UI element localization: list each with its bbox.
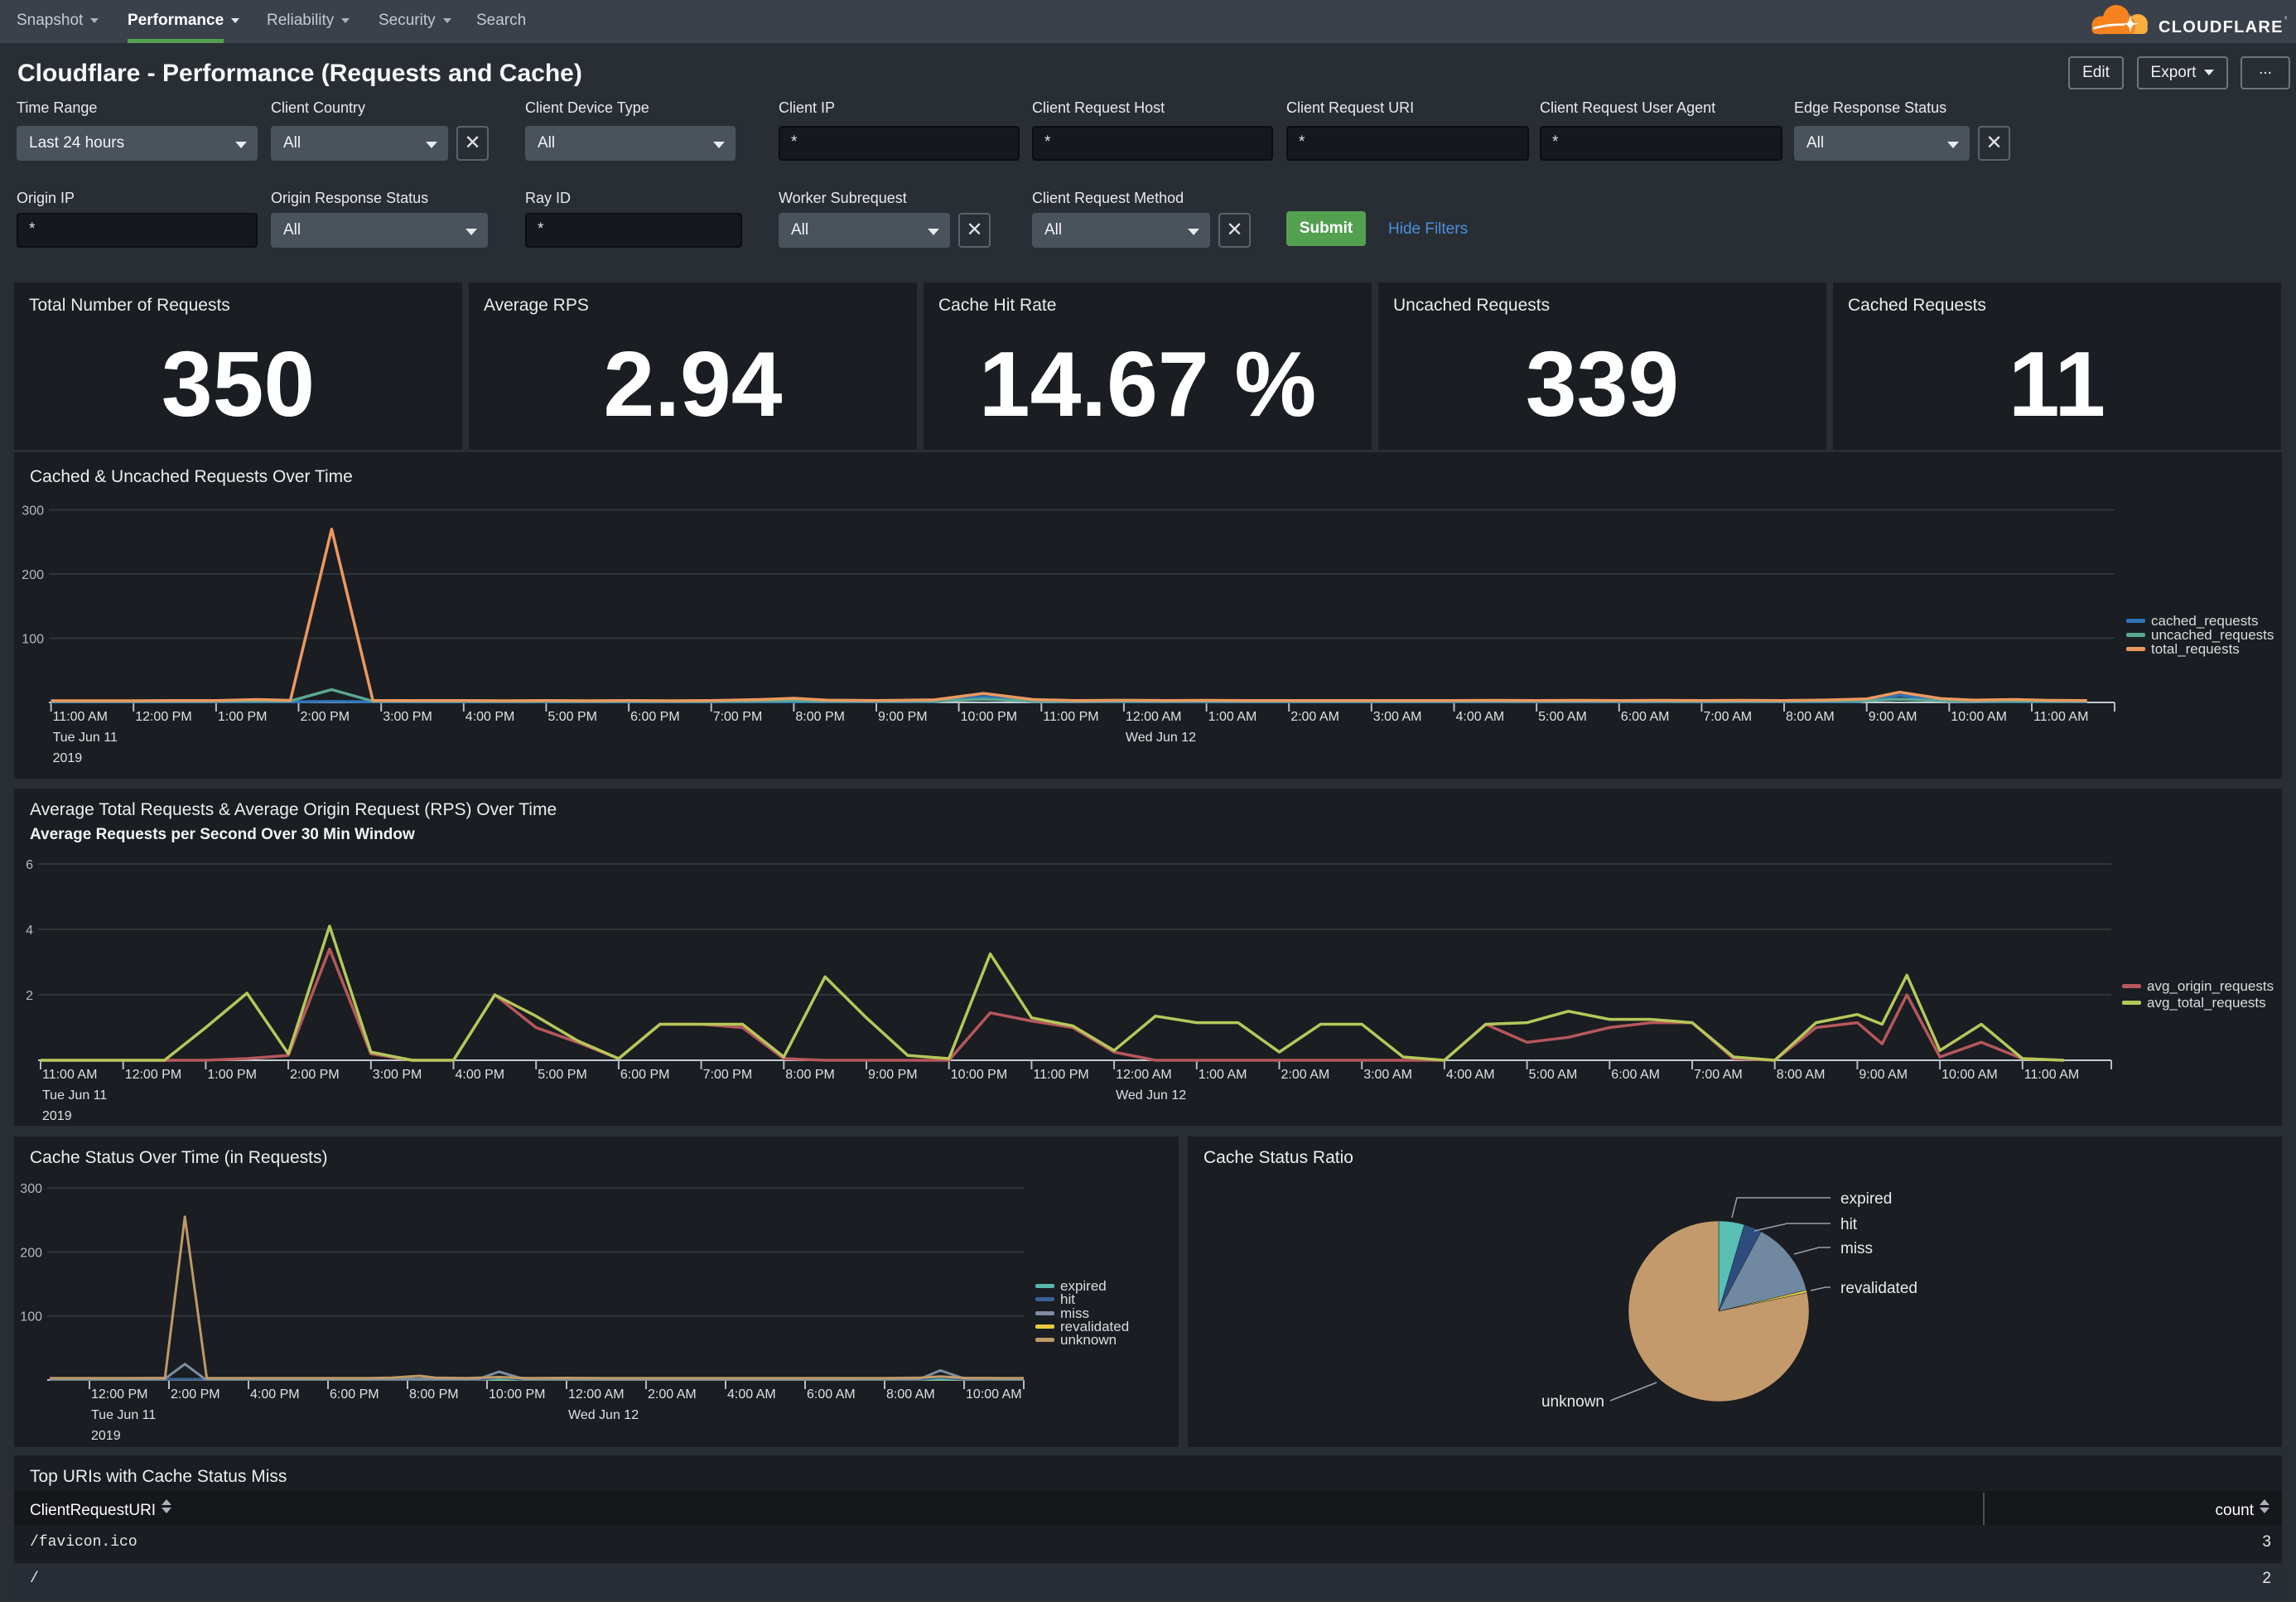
- svg-text:unknown: unknown: [1541, 1393, 1604, 1411]
- svg-text:3:00 AM: 3:00 AM: [1363, 1068, 1412, 1082]
- svg-text:4:00 AM: 4:00 AM: [727, 1387, 776, 1402]
- svg-text:9:00 AM: 9:00 AM: [1859, 1068, 1908, 1082]
- svg-text:11:00 AM: 11:00 AM: [53, 710, 108, 724]
- svg-text:6:00 PM: 6:00 PM: [330, 1387, 379, 1402]
- svg-text:expired: expired: [1840, 1190, 1892, 1208]
- svg-text:2:00 AM: 2:00 AM: [648, 1387, 697, 1402]
- svg-text:Tue Jun 11: Tue Jun 11: [53, 731, 118, 745]
- svg-text:8:00 PM: 8:00 PM: [409, 1387, 459, 1402]
- svg-text:10:00 PM: 10:00 PM: [951, 1068, 1007, 1082]
- svg-text:Cached & Uncached Requests Ove: Cached & Uncached Requests Over Time: [30, 467, 353, 486]
- svg-text:total_requests: total_requests: [2151, 641, 2240, 657]
- svg-text:revalidated: revalidated: [1840, 1280, 1917, 1297]
- svg-text:2019: 2019: [91, 1429, 121, 1443]
- svg-text:12:00 PM: 12:00 PM: [135, 710, 191, 724]
- svg-text:4: 4: [26, 924, 33, 938]
- svg-text:Wed Jun 12: Wed Jun 12: [1116, 1088, 1186, 1103]
- svg-text:2:00 PM: 2:00 PM: [171, 1387, 220, 1402]
- svg-text:5:00 PM: 5:00 PM: [547, 710, 597, 724]
- svg-text:4:00 PM: 4:00 PM: [456, 1068, 505, 1082]
- svg-text:Average Requests per Second Ov: Average Requests per Second Over 30 Min …: [30, 826, 415, 843]
- svg-text:miss: miss: [1840, 1240, 1873, 1257]
- svg-text:7:00 PM: 7:00 PM: [713, 710, 763, 724]
- svg-text:1:00 AM: 1:00 AM: [1199, 1068, 1247, 1082]
- svg-text:10:00 AM: 10:00 AM: [1951, 710, 2007, 724]
- svg-text:3:00 PM: 3:00 PM: [373, 1068, 422, 1082]
- svg-text:5:00 AM: 5:00 AM: [1529, 1068, 1578, 1082]
- svg-text:200: 200: [20, 1246, 42, 1260]
- svg-text:300: 300: [20, 1182, 42, 1196]
- svg-text:8:00 AM: 8:00 AM: [1777, 1068, 1826, 1082]
- svg-text:1:00 PM: 1:00 PM: [207, 1068, 257, 1082]
- svg-text:11:00 AM: 11:00 AM: [42, 1068, 97, 1082]
- svg-text:avg_origin_requests: avg_origin_requests: [2147, 978, 2274, 994]
- svg-text:2: 2: [26, 989, 33, 1003]
- svg-text:6:00 PM: 6:00 PM: [630, 710, 680, 724]
- svg-text:Tue Jun 11: Tue Jun 11: [42, 1088, 107, 1103]
- svg-text:200: 200: [22, 568, 44, 582]
- svg-text:7:00 AM: 7:00 AM: [1703, 710, 1752, 724]
- svg-text:8:00 PM: 8:00 PM: [785, 1068, 835, 1082]
- svg-text:3:00 PM: 3:00 PM: [383, 710, 432, 724]
- svg-text:hit: hit: [1840, 1216, 1858, 1233]
- svg-text:9:00 AM: 9:00 AM: [1869, 710, 1917, 724]
- svg-text:5:00 PM: 5:00 PM: [538, 1068, 587, 1082]
- svg-text:11:00 PM: 11:00 PM: [1033, 1068, 1088, 1082]
- svg-text:6:00 AM: 6:00 AM: [807, 1387, 856, 1402]
- svg-text:2:00 PM: 2:00 PM: [290, 1068, 340, 1082]
- svg-text:10:00 AM: 10:00 AM: [966, 1387, 1022, 1402]
- svg-text:Wed Jun 12: Wed Jun 12: [1126, 731, 1196, 745]
- svg-text:10:00 PM: 10:00 PM: [961, 710, 1017, 724]
- svg-text:4:00 AM: 4:00 AM: [1446, 1068, 1495, 1082]
- svg-text:12:00 PM: 12:00 PM: [125, 1068, 181, 1082]
- svg-text:8:00 AM: 8:00 AM: [886, 1387, 935, 1402]
- svg-text:Cache Status Ratio: Cache Status Ratio: [1203, 1148, 1353, 1167]
- svg-text:Tue Jun 11: Tue Jun 11: [91, 1408, 156, 1422]
- svg-text:12:00 AM: 12:00 AM: [1116, 1068, 1172, 1082]
- svg-text:12:00 AM: 12:00 AM: [1126, 710, 1182, 724]
- svg-text:5:00 AM: 5:00 AM: [1538, 710, 1587, 724]
- svg-text:6:00 AM: 6:00 AM: [1621, 710, 1670, 724]
- svg-text:300: 300: [22, 504, 44, 519]
- svg-text:7:00 AM: 7:00 AM: [1694, 1068, 1743, 1082]
- svg-text:Wed Jun 12: Wed Jun 12: [568, 1408, 639, 1422]
- svg-text:4:00 AM: 4:00 AM: [1456, 710, 1505, 724]
- svg-text:8:00 AM: 8:00 AM: [1786, 710, 1835, 724]
- svg-text:2:00 AM: 2:00 AM: [1290, 710, 1339, 724]
- svg-text:11:00 AM: 11:00 AM: [2033, 710, 2088, 724]
- svg-text:6:00 AM: 6:00 AM: [1611, 1068, 1660, 1082]
- svg-text:6:00 PM: 6:00 PM: [620, 1068, 670, 1082]
- svg-text:100: 100: [22, 633, 44, 647]
- svg-text:1:00 AM: 1:00 AM: [1208, 710, 1257, 724]
- svg-text:3:00 AM: 3:00 AM: [1373, 710, 1422, 724]
- svg-text:6: 6: [26, 858, 33, 872]
- svg-text:2019: 2019: [53, 751, 83, 765]
- svg-text:2019: 2019: [42, 1109, 72, 1123]
- svg-text:10:00 PM: 10:00 PM: [489, 1387, 545, 1402]
- svg-text:11:00 PM: 11:00 PM: [1043, 710, 1098, 724]
- svg-text:9:00 PM: 9:00 PM: [878, 710, 928, 724]
- svg-text:2:00 AM: 2:00 AM: [1281, 1068, 1330, 1082]
- svg-text:1:00 PM: 1:00 PM: [218, 710, 268, 724]
- svg-text:11:00 AM: 11:00 AM: [2024, 1068, 2079, 1082]
- svg-text:9:00 PM: 9:00 PM: [868, 1068, 918, 1082]
- svg-text:2:00 PM: 2:00 PM: [301, 710, 350, 724]
- svg-text:4:00 PM: 4:00 PM: [465, 710, 515, 724]
- svg-text:Average Total Requests & Avera: Average Total Requests & Average Origin …: [30, 800, 557, 819]
- svg-text:unknown: unknown: [1060, 1332, 1117, 1348]
- svg-text:8:00 PM: 8:00 PM: [795, 710, 845, 724]
- svg-text:7:00 PM: 7:00 PM: [703, 1068, 753, 1082]
- svg-text:100: 100: [20, 1310, 42, 1325]
- svg-text:10:00 AM: 10:00 AM: [1941, 1068, 1998, 1082]
- svg-text:4:00 PM: 4:00 PM: [250, 1387, 300, 1402]
- svg-text:12:00 PM: 12:00 PM: [91, 1387, 147, 1402]
- svg-text:12:00 AM: 12:00 AM: [568, 1387, 625, 1402]
- svg-text:avg_total_requests: avg_total_requests: [2147, 995, 2266, 1011]
- svg-text:Cache Status Over Time (in Req: Cache Status Over Time (in Requests): [30, 1148, 327, 1167]
